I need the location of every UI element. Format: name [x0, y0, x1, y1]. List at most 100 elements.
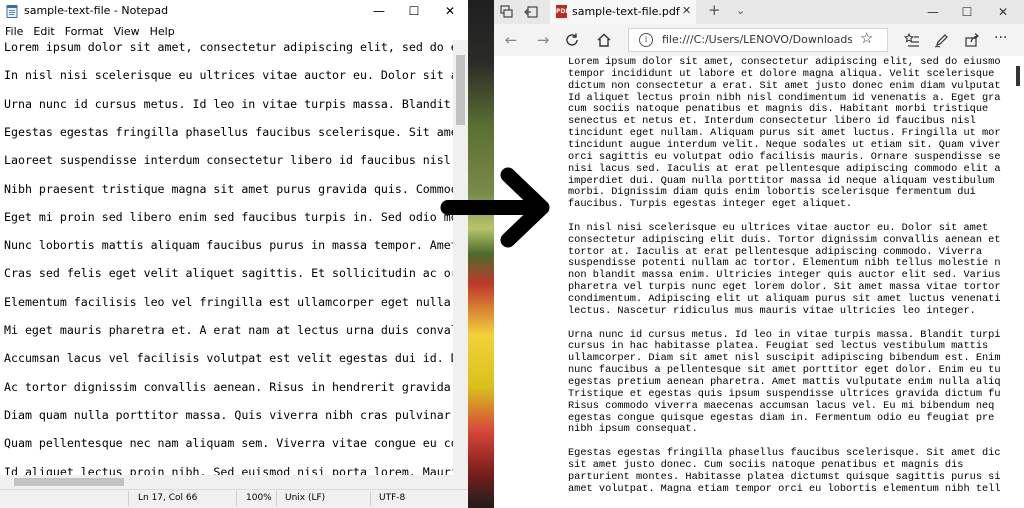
pdf-text-line: tempor incididunt ut labore et dolore ma…	[568, 67, 995, 80]
home-icon[interactable]	[596, 32, 612, 48]
pdf-text-line: Lorem ipsum dolor sit amet, consectetur …	[568, 56, 1001, 68]
notepad-text-line: Mi eget mauris pharetra et. A erat nam a…	[4, 323, 453, 337]
notepad-text-line: Id aliquet lectus proin nibh. Sed euismo…	[4, 464, 453, 476]
menu-view[interactable]: View	[109, 25, 145, 38]
notepad-window-title: sample-text-file - Notepad	[24, 4, 169, 17]
notepad-text-line: Nibh praesent tristique magna sit amet p…	[4, 181, 453, 196]
pdf-text-line: tincidunt eget nullam. Aliquam purus sit…	[568, 127, 1001, 140]
pdf-text-line: parturient montes. Habitasse platea dict…	[568, 470, 1001, 483]
pdf-text-line: suspendisse potenti nullam ac tortor. El…	[568, 257, 1001, 270]
favorites-list-icon[interactable]	[904, 32, 920, 48]
notepad-minimize-button[interactable]: —	[361, 0, 397, 22]
notepad-text-line: Lorem ipsum dolor sit amet, consectetur …	[4, 40, 453, 54]
refresh-icon[interactable]	[564, 32, 580, 48]
notepad-text-line: Nunc lobortis mattis aliquam faucibus pu…	[4, 238, 453, 253]
back-arrow-icon[interactable]: ←	[496, 24, 526, 56]
notepad-menu-bar: File Edit Format View Help	[0, 22, 468, 40]
tab-close-button[interactable]: ✕	[682, 4, 691, 17]
pdf-text-line: egestas congue quisque egestas diam in. …	[568, 411, 995, 424]
share-icon[interactable]	[964, 32, 980, 48]
pdf-text-line: orci sagittis eu volutpat odio facilisis…	[568, 150, 1001, 163]
notepad-text-line: Egestas egestas fringilla phasellus fauc…	[4, 124, 453, 139]
more-options-icon[interactable]: ···	[994, 30, 1007, 46]
pdf-text-line: Egestas egestas fringilla phasellus fauc…	[568, 447, 1001, 460]
address-bar-url[interactable]: file:///C:/Users/LENOVO/Downloads/samp	[662, 33, 852, 46]
notepad-text-line: Accumsan lacus vel facilisis volutpat es…	[4, 351, 453, 366]
favorite-star-icon[interactable]: ☆	[860, 29, 873, 47]
notepad-text-line: Ac tortor dignissim convallis aenean. Ri…	[4, 379, 453, 394]
status-encoding: UTF-8	[379, 493, 406, 503]
status-cursor-position: Ln 17, Col 66	[138, 493, 198, 503]
notepad-text-line: Eget mi proin sed libero enim sed faucib…	[4, 209, 453, 224]
pdf-text-line: Urna nunc id cursus metus. Id leo in vit…	[568, 328, 1001, 341]
notepad-app-icon	[6, 5, 18, 18]
pdf-text-line: ullamcorper. Diam sit amet nisl suscipit…	[568, 352, 1001, 365]
notepad-text-line: In nisl nisi scelerisque eu ultrices vit…	[4, 68, 453, 83]
pdf-text-line: non blandit massa enim. Ultricies intege…	[568, 269, 1001, 282]
pdf-text-line: faucibus. Turpis egestas integer eget al…	[568, 198, 853, 211]
pdf-text-line: nunc faucibus a pellentesque sit amet po…	[568, 364, 1001, 377]
right-arrow-icon	[440, 167, 550, 248]
site-info-icon[interactable]: i	[639, 33, 653, 47]
menu-format[interactable]: Format	[60, 25, 109, 38]
notepad-scroll-corner	[453, 475, 468, 489]
status-line-ending: Unix (LF)	[285, 493, 326, 503]
new-tab-button[interactable]: +	[708, 1, 721, 19]
pdf-text-line: sit amet justo donec. Cum sociis natoque…	[568, 458, 964, 471]
notepad-window: sample-text-file - Notepad — ☐ ✕ File Ed…	[0, 0, 468, 508]
pdf-viewer[interactable]: Lorem ipsum dolor sit amet, consectetur …	[494, 56, 1024, 508]
notepad-text-line: Cras sed felis eget velit aliquet sagitt…	[4, 266, 453, 281]
status-divider	[236, 491, 237, 506]
tab-preview-icon[interactable]	[500, 5, 514, 19]
forward-arrow-icon[interactable]: →	[528, 24, 558, 56]
pdf-text-line: imperdiet dui. Quam nulla porttitor mass…	[568, 174, 995, 187]
menu-help[interactable]: Help	[145, 25, 180, 38]
notepad-maximize-button[interactable]: ☐	[396, 0, 432, 22]
menu-edit[interactable]: Edit	[28, 25, 59, 38]
notepad-text-line: Quam pellentesque nec nam aliquam sem. V…	[4, 436, 453, 451]
pdf-file-icon: PDF	[556, 5, 569, 18]
status-divider	[128, 491, 129, 506]
edge-minimize-button[interactable]: —	[916, 0, 950, 24]
pdf-text-line: amet volutpat. Magna etiam tempor orci e…	[568, 482, 1001, 495]
status-divider	[370, 491, 371, 506]
notepad-text-line: Elementum facilisis leo vel fringilla es…	[4, 294, 453, 309]
status-zoom: 100%	[246, 493, 272, 503]
tab-title: sample-text-file.pdf	[572, 5, 680, 18]
pdf-text-line: nibh ipsum consequat.	[568, 423, 698, 436]
tab-dropdown-button[interactable]: ⌄	[736, 4, 745, 17]
pdf-text-line: nisi lacus sed. Iaculis at erat pellente…	[568, 162, 1001, 175]
pdf-text-line: condimentum. Adipiscing elit ut aliquam …	[568, 293, 1001, 305]
pdf-text-line: senectus et netus et. Interdum consectet…	[568, 115, 976, 128]
notepad-close-button[interactable]: ✕	[432, 0, 468, 22]
notepad-text-line: Diam quam nulla porttitor massa. Quis vi…	[4, 407, 453, 422]
notepad-horizontal-scroll-thumb[interactable]	[14, 478, 124, 486]
status-divider	[276, 491, 277, 506]
edge-close-button[interactable]: ✕	[986, 0, 1020, 24]
notepad-text-area[interactable]: Lorem ipsum dolor sit amet, consectetur …	[0, 40, 453, 475]
pdf-text-line: tincidunt augue interdum velit. Neque so…	[568, 138, 1001, 151]
add-notes-pen-icon[interactable]	[934, 32, 950, 48]
notepad-text-line: Laoreet suspendisse interdum consectetur…	[4, 153, 451, 168]
pdf-text-line: cum sociis natoque penatibus et magnis d…	[568, 103, 989, 116]
set-tabs-aside-icon[interactable]	[524, 5, 538, 19]
pdf-text-line: tortor at. Iaculis at erat pellentesque …	[568, 245, 983, 258]
edge-maximize-button[interactable]: ☐	[950, 0, 984, 24]
pdf-text-line: morbi. Dignissim diam quis enim lobortis…	[568, 186, 976, 199]
pdf-text-line: egestas pretium aenean pharetra. Amet ma…	[568, 375, 1001, 388]
notepad-text-line: Urna nunc id cursus metus. Id leo in vit…	[4, 96, 453, 111]
pdf-text-line: Id aliquet lectus proin nibh nisl condim…	[568, 91, 1001, 104]
notepad-vertical-scroll-thumb[interactable]	[456, 55, 465, 125]
pdf-text-line: consectetur adipiscing elit duis. Tortor…	[568, 233, 1001, 246]
pdf-text-line: lectus. Nascetur ridiculus mus mauris vi…	[568, 304, 976, 317]
desktop-background-strip	[468, 0, 494, 508]
edge-browser-window: PDF sample-text-file.pdf ✕ + ⌄ — ☐ ✕ ← →…	[494, 0, 1024, 508]
pdf-text-line: pharetra vel turpis nunc eget lorem dolo…	[568, 281, 1001, 294]
pdf-text-line: Tristique et egestas quis ipsum suspendi…	[568, 387, 1001, 400]
pdf-text-line: dictum non consectetur a erat. Sit amet …	[568, 79, 1001, 92]
pdf-scroll-indicator[interactable]	[1016, 66, 1020, 86]
pdf-text-line: Risus commodo viverra maecenas accumsan …	[568, 399, 995, 412]
pdf-text-line: cursus in hac habitasse platea. Feugiat …	[568, 340, 989, 353]
menu-file[interactable]: File	[0, 25, 28, 38]
pdf-text-line: In nisl nisi scelerisque eu ultrices vit…	[568, 221, 989, 234]
